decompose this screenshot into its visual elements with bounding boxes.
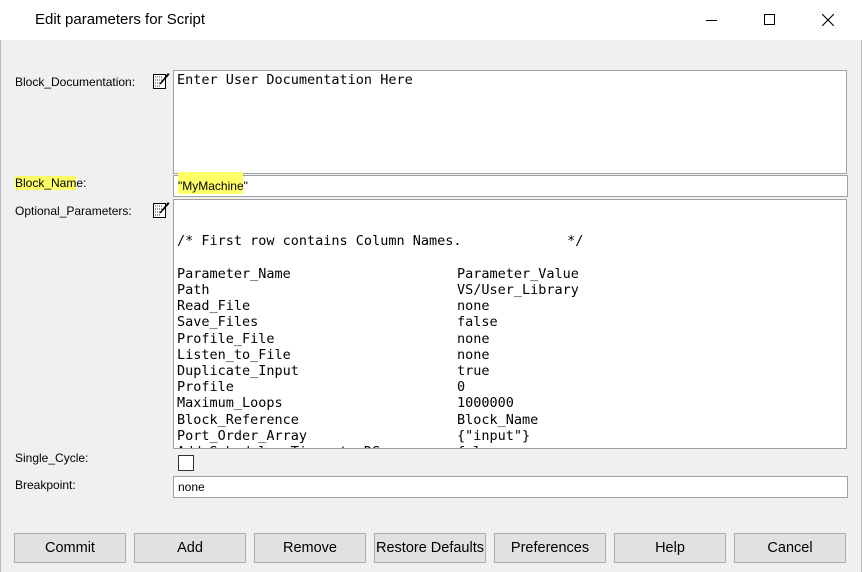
minimize-button[interactable] — [683, 0, 741, 40]
parameter-row: Path VS/User_Library — [177, 282, 843, 298]
parameter-name: Parameter_Name — [177, 265, 291, 282]
parameter-value: none — [457, 298, 490, 315]
parameter-value: true — [457, 363, 490, 380]
maximize-button[interactable] — [741, 0, 799, 40]
parameter-name: Port_Order_Array — [177, 427, 308, 444]
edit-documentation-icon[interactable] — [152, 72, 170, 90]
add-button[interactable]: Add — [134, 533, 246, 563]
close-icon — [822, 14, 834, 26]
remove-button[interactable]: Remove — [254, 533, 366, 563]
commit-button[interactable]: Commit — [14, 533, 126, 563]
block-name-label: Block_Name: — [15, 176, 86, 190]
optional-parameters-label: Optional_Parameters: — [15, 204, 132, 218]
parameter-row: Duplicate_Input true — [177, 363, 843, 379]
title-bar[interactable]: Edit parameters for Script — [0, 0, 862, 40]
parameter-row: Profile_File none — [177, 331, 843, 347]
block-documentation-label: Block_Documentation: — [15, 75, 136, 89]
block-name-value: "MyMachine" — [178, 179, 248, 193]
parameter-value: false — [457, 314, 498, 331]
parameter-row: Save_Files false — [177, 314, 843, 330]
parameter-name: Save_Files — [177, 314, 259, 331]
window-border-left — [0, 40, 1, 572]
parameter-row: Profile 0 — [177, 379, 843, 395]
parameter-name: Maximum_Loops — [177, 395, 283, 412]
help-button[interactable]: Help — [614, 533, 726, 563]
block-name-input[interactable] — [173, 175, 848, 197]
parameter-name: Block_Reference — [177, 411, 299, 428]
parameter-value: none — [457, 346, 490, 363]
parameter-name: Path — [177, 282, 210, 299]
parameter-name: Read_File — [177, 298, 251, 315]
parameter-row: Block_Reference Block_Name — [177, 412, 843, 428]
parameter-value: 0 — [457, 379, 466, 396]
block-name-label-rest: e: — [76, 176, 87, 190]
parameter-row: Maximum_Loops 1000000 — [177, 395, 843, 411]
parameter-row: Listen_to_File none — [177, 347, 843, 363]
parameters-comment: /* First row contains Column Names. */ — [177, 233, 584, 250]
parameter-row: Add_Scheduler_Times_to_DSfalse — [177, 444, 843, 448]
edit-parameters-icon[interactable] — [152, 201, 170, 219]
parameter-value: false — [457, 444, 498, 448]
parameter-row: Port_Order_Array {"input"} — [177, 428, 843, 444]
single-cycle-label: Single_Cycle: — [15, 451, 89, 465]
block-documentation-textarea[interactable]: Enter User Documentation Here — [173, 70, 847, 174]
preferences-button[interactable]: Preferences — [494, 533, 606, 563]
parameter-value: Parameter_Value — [457, 265, 579, 282]
block-name-label-highlight: Block_Nam — [15, 176, 77, 190]
parameter-value: 1000000 — [457, 395, 514, 412]
parameter-value: VS/User_Library — [457, 282, 579, 299]
parameter-name: Profile — [177, 379, 234, 396]
parameter-row: Read_File none — [177, 298, 843, 314]
parameter-row: Parameter_Name Parameter_Value — [177, 266, 843, 282]
parameter-name: Add_Scheduler_Times_to_DS — [177, 444, 457, 448]
parameter-name: Duplicate_Input — [177, 363, 299, 380]
window-title: Edit parameters for Script — [35, 11, 206, 28]
breakpoint-label: Breakpoint: — [15, 478, 76, 492]
maximize-icon — [764, 14, 775, 25]
cancel-button[interactable]: Cancel — [734, 533, 846, 563]
minimize-icon — [706, 20, 717, 21]
parameter-name: Profile_File — [177, 330, 275, 347]
parameter-value: none — [457, 330, 490, 347]
parameter-value: {"input"} — [457, 427, 531, 444]
parameter-value: Block_Name — [457, 411, 539, 428]
breakpoint-input[interactable]: none — [173, 476, 848, 498]
parameter-name: Listen_to_File — [177, 346, 291, 363]
single-cycle-checkbox[interactable] — [178, 455, 194, 471]
restore-defaults-button[interactable]: Restore Defaults — [374, 533, 486, 563]
close-button[interactable] — [799, 0, 857, 40]
optional-parameters-textarea[interactable]: /* First row contains Column Names. */ P… — [173, 199, 847, 449]
